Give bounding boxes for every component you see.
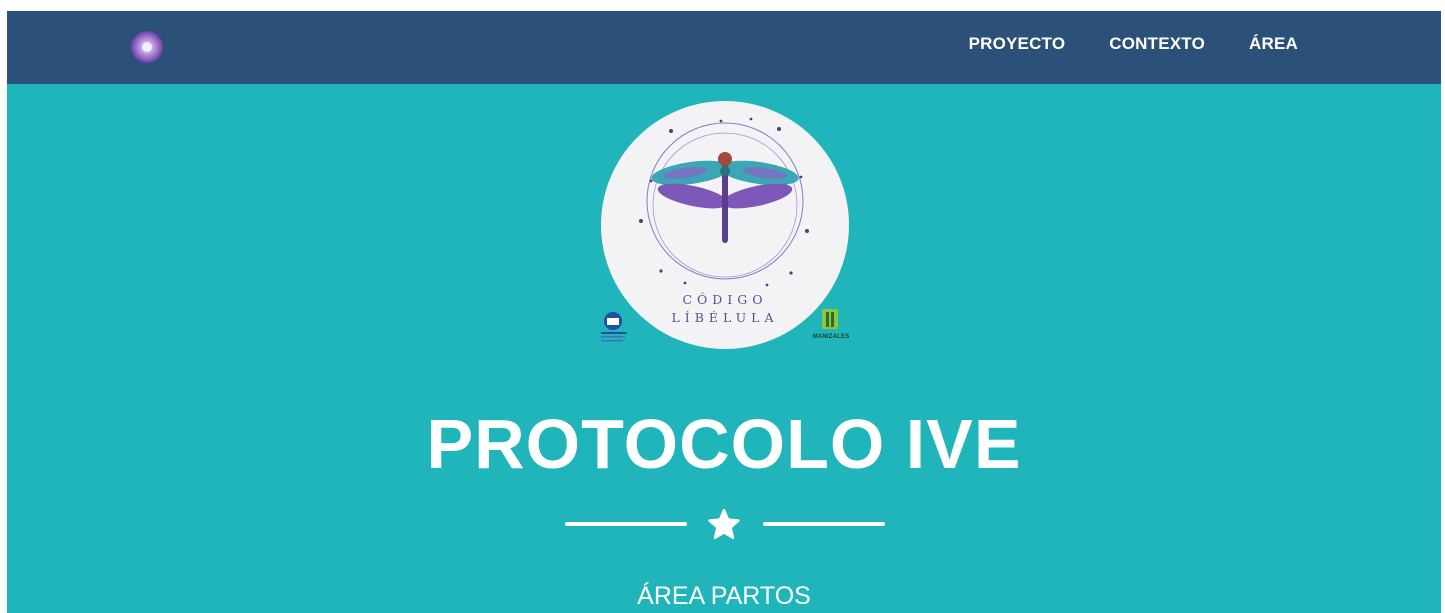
sponsor-right-caption: MANIZALES: [812, 334, 850, 340]
nav-item-contexto[interactable]: CONTEXTO: [1109, 33, 1205, 55]
hero-section: CÓDIGO LÍBÉLULA MANIZALES PROTOCOLO IVE: [7, 84, 1441, 613]
page-frame: PROYECTO CONTEXTO ÁREA CÓDIGO LÍBÉLULA M…: [7, 11, 1441, 613]
sponsor-left-logo-icon: [597, 309, 637, 349]
manizales-logo-icon: [822, 309, 838, 329]
page-title: PROTOCOLO IVE: [426, 405, 1022, 483]
nav-item-proyecto[interactable]: PROYECTO: [969, 33, 1066, 55]
divider-line-left: [565, 522, 687, 526]
navbar: PROYECTO CONTEXTO ÁREA: [7, 11, 1441, 84]
star-icon: [708, 508, 740, 540]
star-divider: [565, 508, 885, 542]
page-subtitle: ÁREA PARTOS: [637, 582, 811, 610]
logo-text-line1: CÓDIGO: [682, 292, 768, 307]
nav-item-area[interactable]: ÁREA: [1249, 33, 1298, 55]
nav-menu: PROYECTO CONTEXTO ÁREA: [969, 33, 1298, 55]
brand-logo-icon[interactable]: [130, 30, 164, 64]
divider-line-right: [763, 522, 885, 526]
sponsor-right-logo: MANIZALES: [807, 307, 855, 343]
